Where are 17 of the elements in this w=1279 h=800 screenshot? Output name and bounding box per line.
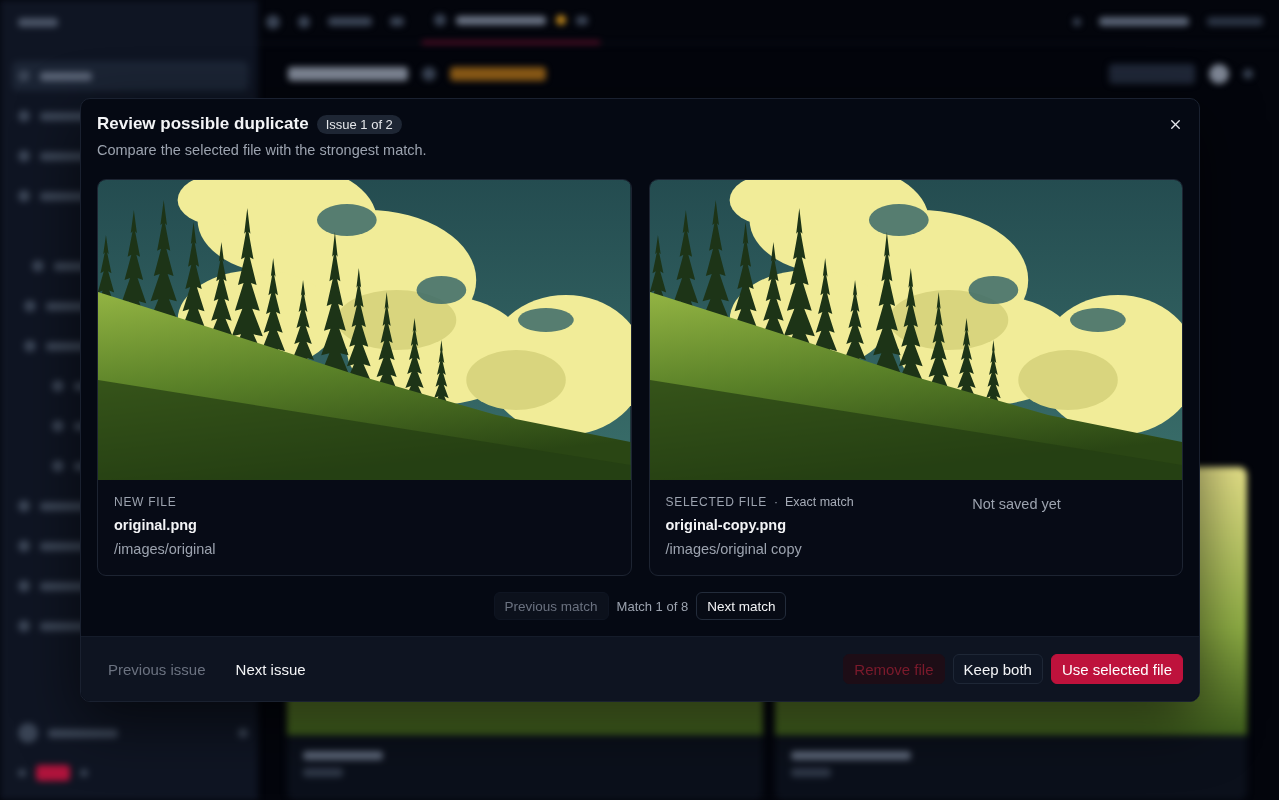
file-path: /images/original copy	[665, 540, 803, 558]
file-role-label: NEW FILE	[114, 495, 177, 509]
file-path: /images/original	[114, 540, 217, 558]
dialog-subtitle: Compare the selected file with the strongest match.	[97, 141, 427, 159]
dialog-title: Review possible duplicate	[97, 113, 309, 135]
separator: ·	[773, 495, 778, 509]
secondary-action-button[interactable]: Keep both	[952, 654, 1043, 684]
file-name: original-copy.png	[665, 516, 788, 534]
match-position: Match 1 of 8	[616, 598, 689, 614]
issue-count-badge: Issue 1 of 2	[316, 114, 402, 134]
match-type-label: Exact match	[784, 495, 854, 509]
issue-nav-button[interactable]: Next issue	[224, 654, 317, 684]
next-match-button[interactable]: Next match	[696, 592, 787, 620]
file-role-label: SELECTED FILE	[665, 495, 767, 509]
primary-action-button[interactable]: Use selected file	[1050, 654, 1183, 684]
save-status: Not saved yet	[972, 495, 1061, 513]
file-name: original.png	[114, 516, 198, 534]
